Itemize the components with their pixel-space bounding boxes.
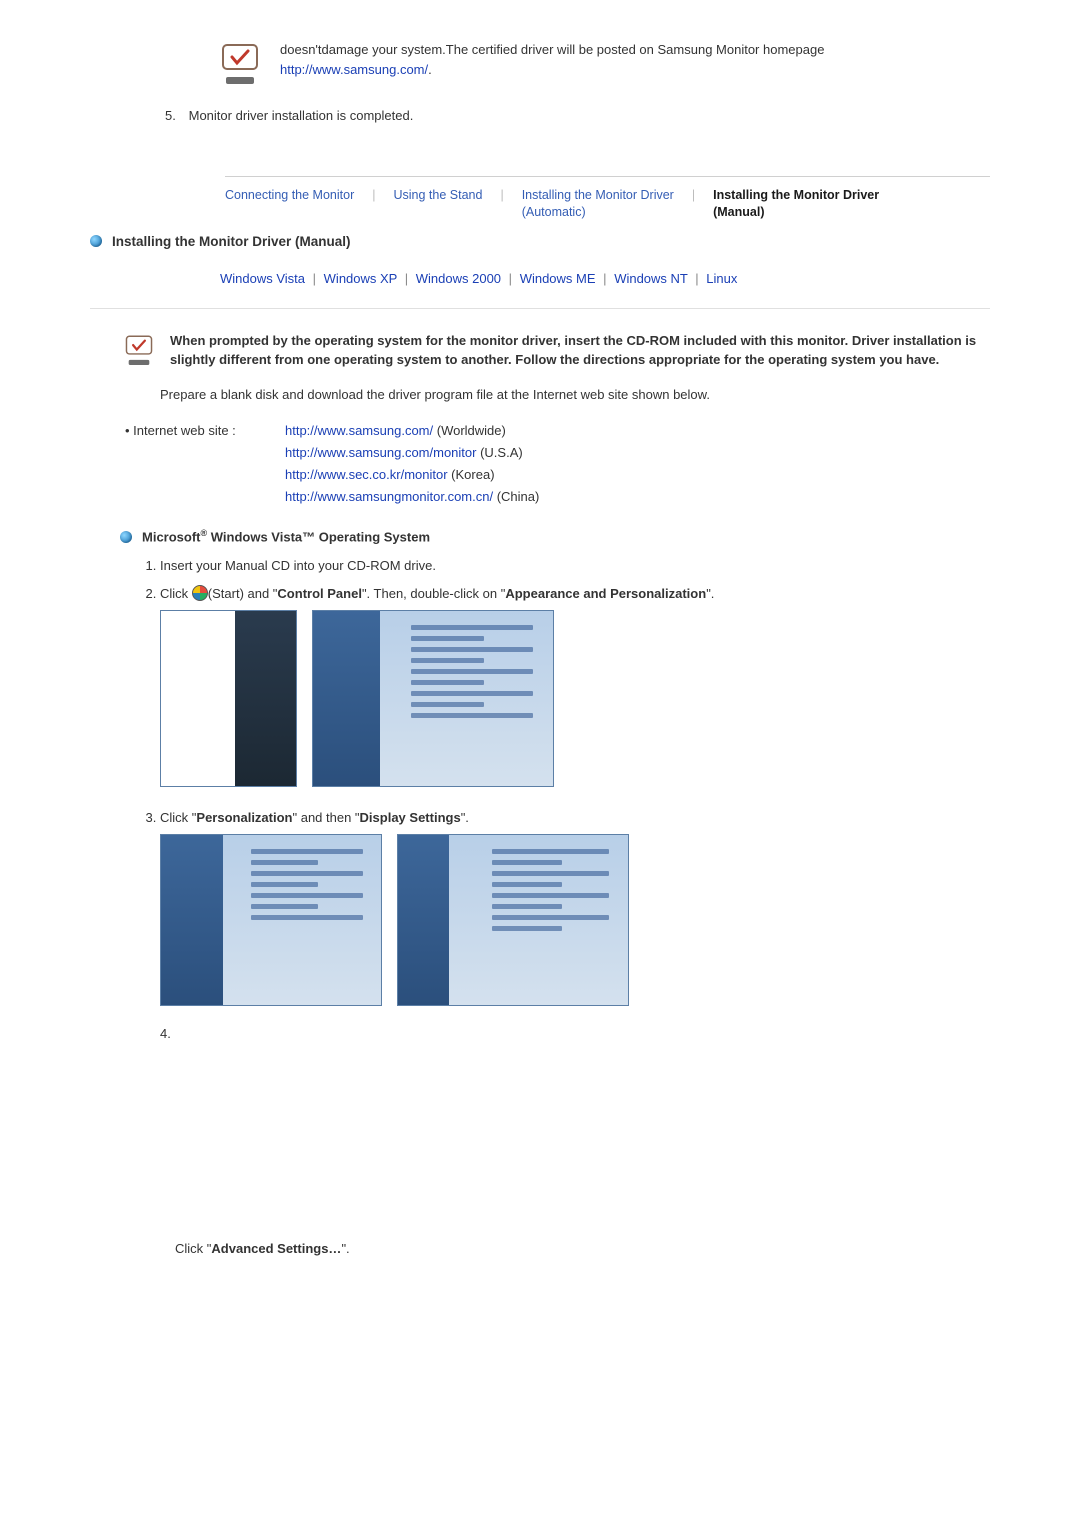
vista-steps: Insert your Manual CD into your CD-ROM d… bbox=[135, 555, 990, 1006]
divider: | bbox=[405, 271, 408, 286]
url-suffix: (Korea) bbox=[448, 467, 495, 482]
divider: | bbox=[313, 271, 316, 286]
step-number: 5. bbox=[165, 106, 185, 126]
bullet-icon bbox=[90, 235, 102, 247]
url-suffix: (China) bbox=[493, 489, 539, 504]
bullet-icon bbox=[120, 531, 132, 543]
driver-check-icon-small bbox=[125, 334, 155, 371]
url-suffix: (Worldwide) bbox=[433, 423, 506, 438]
prompt-text: When prompted by the operating system fo… bbox=[170, 331, 990, 370]
step-5-row: 5. Monitor driver installation is comple… bbox=[165, 106, 990, 126]
tab-sep: | bbox=[692, 187, 695, 202]
intro-text: doesn'tdamage your system.The certified … bbox=[280, 40, 990, 79]
link-vista[interactable]: Windows Vista bbox=[220, 271, 305, 286]
heading-vista: Microsoft® Windows Vista™ Operating Syst… bbox=[120, 528, 990, 544]
url-suffix: (U.S.A) bbox=[476, 445, 522, 460]
prepare-text: Prepare a blank disk and download the dr… bbox=[160, 385, 990, 405]
divider: | bbox=[695, 271, 698, 286]
step-4-number: 4. bbox=[160, 1026, 990, 1041]
tab-driver-auto[interactable]: Installing the Monitor Driver (Automatic… bbox=[522, 187, 674, 222]
driver-check-icon bbox=[220, 43, 260, 88]
intro-line: doesn'tdamage your system.The certified … bbox=[280, 42, 824, 57]
divider-line bbox=[90, 308, 990, 309]
control-panel-screenshot bbox=[312, 610, 554, 787]
step-5-text: Monitor driver installation is completed… bbox=[189, 108, 414, 123]
period: . bbox=[428, 62, 432, 77]
tab-sep: | bbox=[500, 187, 503, 202]
start-menu-screenshot bbox=[160, 610, 297, 787]
tab-sep: | bbox=[372, 187, 375, 202]
tab-connect[interactable]: Connecting the Monitor bbox=[225, 187, 354, 222]
heading-text: Installing the Monitor Driver (Manual) bbox=[112, 234, 351, 249]
display-settings-screenshot bbox=[397, 834, 629, 1006]
samsung-link[interactable]: http://www.samsung.com/ bbox=[280, 62, 428, 77]
tab-driver-manual[interactable]: Installing the Monitor Driver (Manual) bbox=[713, 187, 879, 222]
link-nt[interactable]: Windows NT bbox=[614, 271, 687, 286]
url-usa[interactable]: http://www.samsung.com/monitor bbox=[285, 445, 476, 460]
internet-url-list: http://www.samsung.com/ (Worldwide) http… bbox=[285, 420, 539, 508]
step-3: Click "Personalization" and then "Displa… bbox=[160, 807, 990, 1006]
section-tabs: Connecting the Monitor | Using the Stand… bbox=[225, 176, 990, 222]
url-china[interactable]: http://www.samsungmonitor.com.cn/ bbox=[285, 489, 493, 504]
step-2: Click (Start) and "Control Panel". Then,… bbox=[160, 583, 990, 787]
link-me[interactable]: Windows ME bbox=[520, 271, 596, 286]
heading-vista-text: Microsoft® Windows Vista™ Operating Syst… bbox=[142, 528, 430, 544]
heading-install-manual: Installing the Monitor Driver (Manual) bbox=[90, 234, 990, 249]
divider: | bbox=[509, 271, 512, 286]
prompt-block: When prompted by the operating system fo… bbox=[125, 331, 990, 371]
os-link-row: Windows Vista | Windows XP | Windows 200… bbox=[220, 271, 990, 286]
link-2000[interactable]: Windows 2000 bbox=[416, 271, 501, 286]
internet-sites: Internet web site : http://www.samsung.c… bbox=[125, 420, 990, 508]
link-xp[interactable]: Windows XP bbox=[324, 271, 397, 286]
internet-label: Internet web site : bbox=[125, 420, 265, 508]
url-korea[interactable]: http://www.sec.co.kr/monitor bbox=[285, 467, 448, 482]
step-4-text: Click "Advanced Settings…". bbox=[175, 1241, 990, 1256]
divider: | bbox=[603, 271, 606, 286]
tab-stand[interactable]: Using the Stand bbox=[394, 187, 483, 222]
personalization-screenshot bbox=[160, 834, 382, 1006]
url-worldwide[interactable]: http://www.samsung.com/ bbox=[285, 423, 433, 438]
step-1: Insert your Manual CD into your CD-ROM d… bbox=[160, 555, 990, 577]
link-linux[interactable]: Linux bbox=[706, 271, 737, 286]
start-orb-icon bbox=[192, 585, 208, 601]
